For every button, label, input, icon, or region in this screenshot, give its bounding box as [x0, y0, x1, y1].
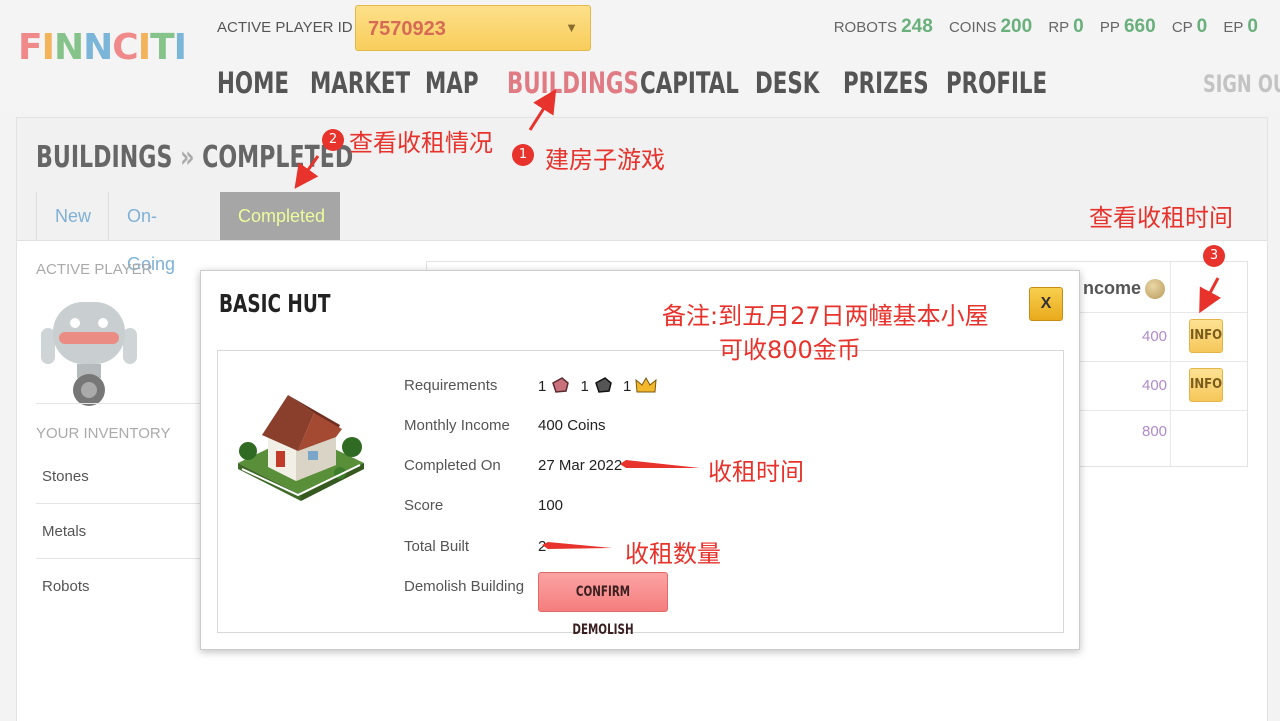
- metal-icon: [593, 375, 613, 399]
- table-row-income: 800: [1142, 423, 1168, 440]
- player-id-value: 7570923: [368, 18, 446, 40]
- annotation-rent-count: 收租数量: [625, 540, 721, 568]
- table-row-income: 400: [1142, 328, 1168, 345]
- divider: [36, 503, 206, 504]
- score-label: Score: [404, 497, 444, 514]
- requirements-label: Requirements: [404, 377, 498, 394]
- annotation-note-line2: 可收800金币: [719, 336, 861, 364]
- monthly-income-value: 400 Coins: [538, 417, 606, 434]
- nav-prizes[interactable]: PRIZES: [843, 66, 929, 100]
- modal-title: BASIC HUT: [219, 289, 331, 318]
- nav-buildings[interactable]: BUILDINGS: [507, 66, 639, 100]
- modal-body: Requirements 1 1 1 Monthly Income 400 Co…: [217, 350, 1064, 638]
- inventory-item-metals[interactable]: Metals: [42, 523, 86, 540]
- stat-robots: ROBOTS 248: [833, 16, 933, 37]
- active-player-label: ACTIVE PLAYER: [36, 261, 153, 278]
- divider: [36, 558, 206, 559]
- inventory-label: YOUR INVENTORY: [36, 425, 171, 442]
- total-built-value: 2: [538, 538, 547, 555]
- total-built-label: Total Built: [404, 538, 470, 555]
- annotation-text-2: 查看收租情况: [349, 129, 493, 157]
- table-row-income: 400: [1142, 377, 1168, 394]
- annotation-text-1: 建房子游戏: [545, 146, 665, 174]
- tab-completed[interactable]: Completed: [220, 192, 340, 240]
- robot-avatar: [39, 298, 139, 408]
- completed-on-value: 27 Mar 2022: [538, 457, 623, 474]
- monthly-income-label: Monthly Income: [404, 417, 510, 434]
- stat-rp: RP 0: [1048, 16, 1084, 37]
- annotation-badge-2: 2: [322, 129, 344, 151]
- annotation-badge-3: 3: [1203, 245, 1225, 267]
- requirements-value: 1 1 1: [538, 375, 663, 399]
- nav-profile[interactable]: PROFILE: [946, 66, 1047, 100]
- crown-icon: [635, 376, 657, 398]
- demolish-label: Demolish Building: [404, 578, 525, 595]
- income-column-header: ncome: [1083, 278, 1166, 300]
- chevron-down-icon: ▼: [565, 20, 578, 35]
- panel-header: BUILDINGS » COMPLETED New On-Going Compl…: [17, 118, 1267, 274]
- basic-hut-image: [236, 385, 366, 505]
- player-id-select[interactable]: 7570923 ▼: [355, 5, 591, 51]
- header: FINNCITI ACTIVE PLAYER ID 7570923 ▼ ROBO…: [0, 0, 1280, 112]
- player-id-label: ACTIVE PLAYER ID: [217, 19, 353, 36]
- info-button[interactable]: INFO: [1189, 319, 1223, 353]
- close-button[interactable]: X: [1029, 287, 1063, 321]
- nav-map[interactable]: MAP: [425, 66, 479, 100]
- breadcrumb: BUILDINGS » COMPLETED: [36, 140, 353, 175]
- stat-coins: COINS 200: [948, 16, 1033, 37]
- player-stats: ROBOTS 248 COINS 200 RP 0 PP 660 CP 0 EP 0: [822, 16, 1258, 38]
- stone-icon: [550, 375, 570, 399]
- nav-capital[interactable]: CAPITAL: [640, 66, 739, 100]
- confirm-demolish-button[interactable]: CONFIRM DEMOLISH: [538, 572, 668, 638]
- annotation-badge-1: 1: [512, 144, 534, 166]
- divider: [36, 403, 206, 404]
- stat-ep: EP 0: [1223, 16, 1258, 37]
- score-value: 100: [538, 497, 564, 514]
- nav-home[interactable]: HOME: [217, 66, 289, 100]
- nav-market[interactable]: MARKET: [310, 66, 410, 100]
- stat-cp: CP 0: [1171, 16, 1208, 37]
- breadcrumb-separator: »: [180, 140, 195, 175]
- finnciti-logo[interactable]: FINNCITI: [18, 27, 187, 68]
- coin-icon: [1145, 279, 1166, 300]
- tab-new[interactable]: New: [36, 192, 108, 240]
- sign-out-link[interactable]: SIGN OUT: [1203, 70, 1280, 98]
- inventory-item-robots[interactable]: Robots: [42, 578, 90, 595]
- divider: [1170, 262, 1171, 466]
- info-button[interactable]: INFO: [1189, 368, 1223, 402]
- breadcrumb-root[interactable]: BUILDINGS: [36, 140, 172, 175]
- inventory-item-stones[interactable]: Stones: [42, 468, 89, 485]
- stat-pp: PP 660: [1099, 16, 1156, 37]
- tab-on-going[interactable]: On-Going: [108, 192, 220, 274]
- annotation-text-3: 查看收租时间: [1089, 204, 1233, 232]
- annotation-rent-time: 收租时间: [708, 458, 804, 486]
- annotation-note-line1: 备注:到五月27日两幢基本小屋: [662, 302, 989, 330]
- nav-desk[interactable]: DESK: [755, 66, 819, 100]
- completed-on-label: Completed On: [404, 457, 501, 474]
